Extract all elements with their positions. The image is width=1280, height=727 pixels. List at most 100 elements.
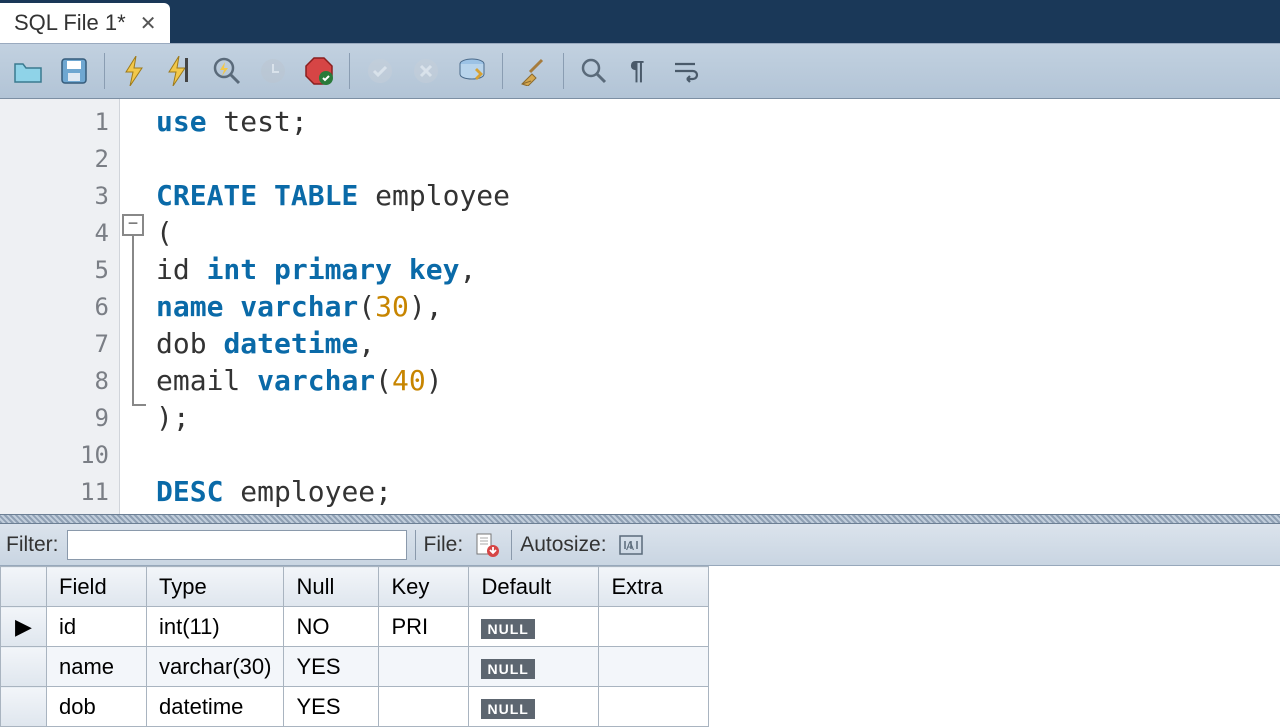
code-text: employee bbox=[358, 179, 510, 212]
keyword: CREATE TABLE bbox=[156, 179, 358, 212]
line-number: 2 bbox=[95, 145, 109, 173]
cell-field[interactable]: id bbox=[47, 607, 147, 647]
keyword: use bbox=[156, 105, 207, 138]
code-text: , bbox=[358, 327, 375, 360]
show-invisible-button[interactable]: ¶ bbox=[620, 51, 660, 91]
keyword: DESC bbox=[156, 475, 223, 508]
col-default[interactable]: Default bbox=[469, 567, 599, 607]
tab-title: SQL File 1* bbox=[14, 10, 126, 36]
code-text: employee; bbox=[223, 475, 392, 508]
cell-null[interactable]: NO bbox=[284, 607, 379, 647]
corner-cell bbox=[1, 567, 47, 607]
cell-field[interactable]: name bbox=[47, 647, 147, 687]
search-icon bbox=[580, 57, 608, 85]
code-text: ) bbox=[426, 364, 443, 397]
toolbar: ¶ bbox=[0, 43, 1280, 99]
header-row: Field Type Null Key Default Extra bbox=[1, 567, 709, 607]
beautify-button[interactable] bbox=[513, 51, 553, 91]
col-type[interactable]: Type bbox=[147, 567, 284, 607]
line-number: 7 bbox=[95, 330, 109, 358]
null-badge: NULL bbox=[481, 619, 534, 639]
autosize-button[interactable]: A bbox=[615, 529, 647, 561]
explain-button[interactable] bbox=[207, 51, 247, 91]
execute-current-button[interactable] bbox=[161, 51, 201, 91]
cell-type[interactable]: varchar(30) bbox=[147, 647, 284, 687]
tab-bar: SQL File 1* ✕ bbox=[0, 0, 1280, 43]
code-text: id bbox=[156, 253, 207, 286]
col-extra[interactable]: Extra bbox=[599, 567, 709, 607]
close-icon[interactable]: ✕ bbox=[136, 11, 161, 36]
stop-icon bbox=[259, 57, 287, 85]
table-row[interactable]: dob datetime YES NULL bbox=[1, 687, 709, 727]
table-row[interactable]: name varchar(30) YES NULL bbox=[1, 647, 709, 687]
execute-button[interactable] bbox=[115, 51, 155, 91]
filter-input[interactable] bbox=[67, 530, 407, 560]
cell-extra[interactable] bbox=[599, 647, 709, 687]
autocommit-button[interactable] bbox=[452, 51, 492, 91]
file-tab[interactable]: SQL File 1* ✕ bbox=[0, 3, 170, 43]
code-text: email bbox=[156, 364, 257, 397]
cell-key[interactable] bbox=[379, 687, 469, 727]
cell-key[interactable] bbox=[379, 647, 469, 687]
code-area[interactable]: use test; CREATE TABLE employee ( id int… bbox=[148, 99, 1280, 514]
cell-default[interactable]: NULL bbox=[469, 687, 599, 727]
cell-null[interactable]: YES bbox=[284, 687, 379, 727]
filter-label: Filter: bbox=[6, 533, 59, 557]
autosize-label: Autosize: bbox=[520, 533, 606, 557]
cell-null[interactable]: YES bbox=[284, 647, 379, 687]
autocommit-icon bbox=[457, 56, 487, 86]
fold-toggle[interactable]: − bbox=[122, 214, 144, 236]
line-number: 1 bbox=[95, 108, 109, 136]
null-badge: NULL bbox=[481, 659, 534, 679]
magnify-lightning-icon bbox=[212, 56, 242, 86]
code-text: ( bbox=[156, 216, 173, 249]
code-text: ), bbox=[409, 290, 443, 323]
pilcrow-icon: ¶ bbox=[628, 57, 652, 85]
cell-type[interactable]: datetime bbox=[147, 687, 284, 727]
code-text: test; bbox=[207, 105, 308, 138]
results-grid[interactable]: Field Type Null Key Default Extra ▶ id i… bbox=[0, 566, 709, 727]
line-number: 3 bbox=[95, 182, 109, 210]
line-number: 8 bbox=[95, 367, 109, 395]
keyword: datetime bbox=[223, 327, 358, 360]
stop-error-icon bbox=[304, 56, 334, 86]
code-text: , bbox=[459, 253, 476, 286]
commit-icon bbox=[366, 57, 394, 85]
cell-type[interactable]: int(11) bbox=[147, 607, 284, 647]
save-button[interactable] bbox=[54, 51, 94, 91]
code-text: ( bbox=[358, 290, 375, 323]
line-number: 6 bbox=[95, 293, 109, 321]
col-null[interactable]: Null bbox=[284, 567, 379, 607]
cell-field[interactable]: dob bbox=[47, 687, 147, 727]
line-number: 10 bbox=[80, 441, 109, 469]
commit-button bbox=[360, 51, 400, 91]
export-file-button[interactable] bbox=[471, 529, 503, 561]
results-toolbar: Filter: File: Autosize: A bbox=[0, 524, 1280, 566]
cell-default[interactable]: NULL bbox=[469, 647, 599, 687]
fold-column: − bbox=[120, 99, 148, 514]
table-row[interactable]: ▶ id int(11) NO PRI NULL bbox=[1, 607, 709, 647]
cell-key[interactable]: PRI bbox=[379, 607, 469, 647]
line-number: 4 bbox=[95, 219, 109, 247]
lightning-cursor-icon bbox=[167, 56, 195, 86]
line-number: 5 bbox=[95, 256, 109, 284]
cell-extra[interactable] bbox=[599, 687, 709, 727]
line-number: 9 bbox=[95, 404, 109, 432]
col-field[interactable]: Field bbox=[47, 567, 147, 607]
stop-hard-button[interactable] bbox=[299, 51, 339, 91]
open-button[interactable] bbox=[8, 51, 48, 91]
wrap-button[interactable] bbox=[666, 51, 706, 91]
number: 40 bbox=[392, 364, 426, 397]
find-button[interactable] bbox=[574, 51, 614, 91]
pane-splitter[interactable] bbox=[0, 514, 1280, 524]
cell-default[interactable]: NULL bbox=[469, 607, 599, 647]
line-gutter: 1 2 3 4 5 6 7 8 9 10 11 bbox=[0, 99, 120, 514]
sql-editor[interactable]: 1 2 3 4 5 6 7 8 9 10 11 − use test; CREA… bbox=[0, 99, 1280, 514]
cell-extra[interactable] bbox=[599, 607, 709, 647]
col-key[interactable]: Key bbox=[379, 567, 469, 607]
folder-icon bbox=[13, 58, 43, 84]
broom-icon bbox=[518, 56, 548, 86]
stop-button bbox=[253, 51, 293, 91]
keyword: varchar bbox=[257, 364, 375, 397]
file-label: File: bbox=[424, 533, 464, 557]
